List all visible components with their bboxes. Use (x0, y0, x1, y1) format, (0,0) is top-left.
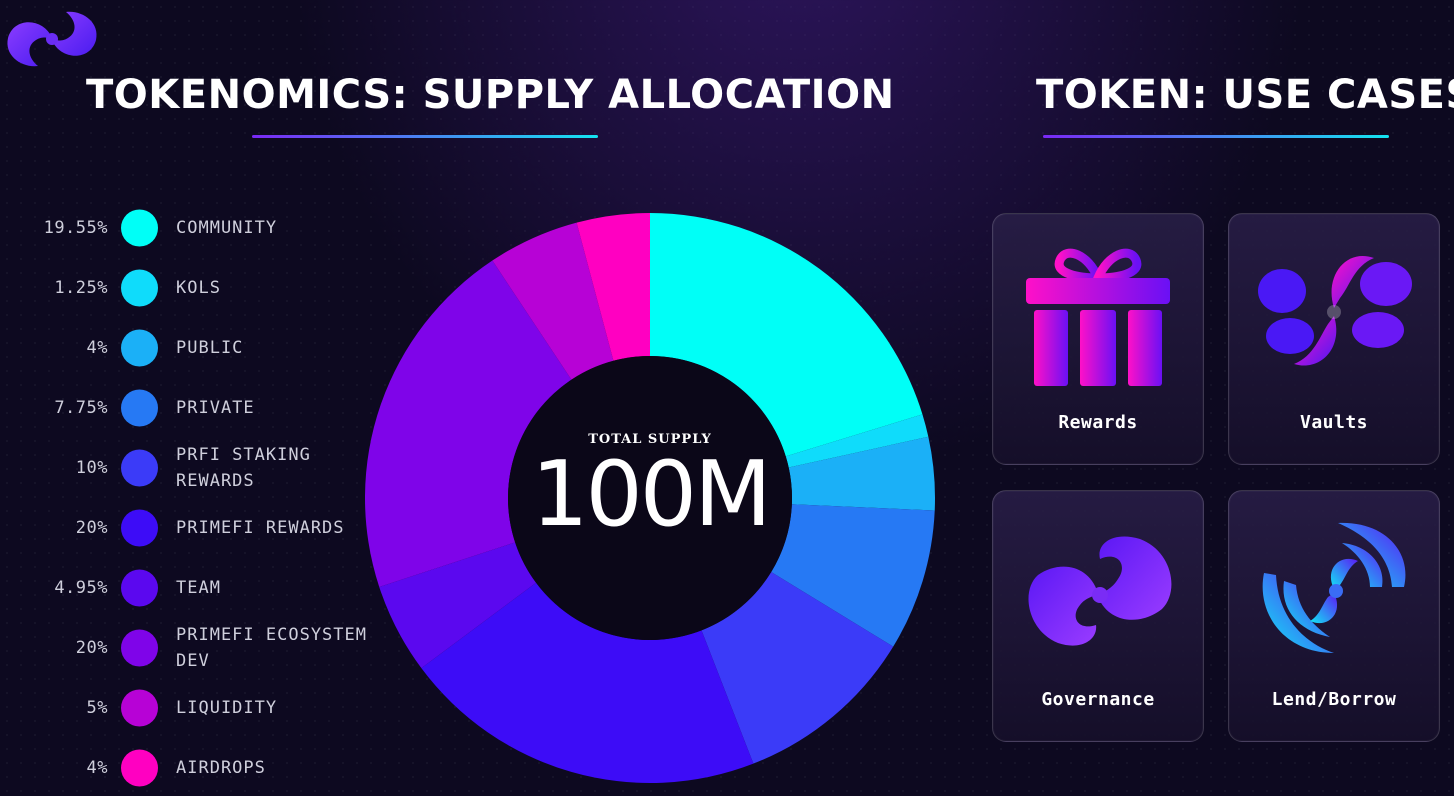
legend-swatch (121, 329, 158, 367)
lend-borrow-wave-icon (1262, 522, 1406, 653)
use-case-label: Lend/Borrow (1271, 689, 1397, 710)
legend-percent: 4% (86, 758, 108, 778)
legend-item: 7.75% PRIVATE (0, 388, 380, 428)
title-underline (1043, 135, 1389, 138)
gift-icon (1026, 248, 1170, 386)
legend-percent: 7.75% (54, 398, 108, 418)
legend-swatch (121, 509, 158, 547)
use-case-card-lend-borrow[interactable]: Lend/Borrow (1228, 490, 1440, 742)
vault-swirl-icon (1258, 255, 1412, 366)
legend-percent: 10% (75, 458, 108, 478)
use-case-label: Vaults (1299, 412, 1369, 433)
legend-swatch (121, 269, 158, 307)
legend-item: 20% PRIMEFI REWARDS (0, 508, 380, 548)
legend-label: PRIVATE (176, 398, 255, 418)
legend-percent: 4% (86, 338, 108, 358)
governance-swirl-icon (1028, 536, 1172, 646)
legend-label: LIQUIDITY (176, 698, 278, 718)
title-underline (252, 135, 598, 138)
legend-swatch (121, 449, 158, 487)
legend-label: AIRDROPS (176, 758, 266, 778)
legend-item: 20% PRIMEFI ECOSYSTEM DEV (0, 625, 380, 671)
legend-label: PRIMEFI REWARDS (176, 518, 345, 538)
legend-label: COMMUNITY (176, 218, 278, 238)
legend-label: PRIMEFI ECOSYSTEM DEV (176, 625, 367, 671)
legend-item: 4% PUBLIC (0, 328, 380, 368)
use-case-label: Rewards (1058, 412, 1138, 433)
use-case-card-vaults[interactable]: Vaults (1228, 213, 1440, 465)
legend-percent: 19.55% (43, 218, 108, 238)
total-supply-value: 100M (531, 442, 771, 547)
legend-item: 1.25% KOLS (0, 268, 380, 308)
legend-label: PUBLIC (176, 338, 244, 358)
legend-label: TEAM (176, 578, 221, 598)
legend-swatch (121, 689, 158, 727)
legend-percent: 1.25% (54, 278, 108, 298)
legend-swatch (121, 749, 158, 787)
use-case-card-rewards[interactable]: Rewards (992, 213, 1204, 465)
legend-percent: 5% (86, 698, 108, 718)
legend-item: 5% LIQUIDITY (0, 688, 380, 728)
legend-swatch (121, 569, 158, 607)
legend-swatch (121, 629, 158, 667)
legend-item: 10% PRFI STAKING REWARDS (0, 445, 380, 491)
tokenomics-title: TOKENOMICS: SUPPLY ALLOCATION (86, 72, 895, 118)
brand-logo-icon (7, 11, 97, 67)
legend-label: PRFI STAKING REWARDS (176, 445, 311, 491)
legend-swatch (121, 389, 158, 427)
use-cases-title: TOKEN: USE CASES (1036, 72, 1454, 118)
use-case-label: Governance (1041, 689, 1155, 710)
use-case-card-governance[interactable]: Governance (992, 490, 1204, 742)
legend-item: 19.55% COMMUNITY (0, 208, 380, 248)
legend-item: 4.95% TEAM (0, 568, 380, 608)
legend-label: KOLS (176, 278, 221, 298)
legend-percent: 4.95% (54, 578, 108, 598)
legend-swatch (121, 209, 158, 247)
legend-percent: 20% (75, 518, 108, 538)
legend-item: 4% AIRDROPS (0, 748, 380, 788)
legend-percent: 20% (75, 638, 108, 658)
